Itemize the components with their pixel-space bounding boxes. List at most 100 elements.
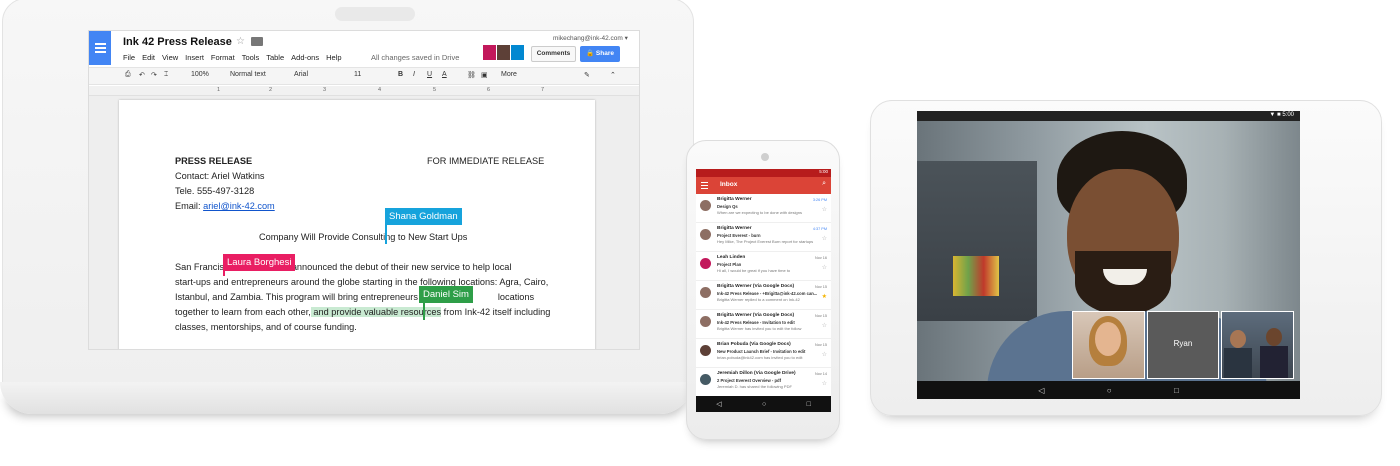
star-icon[interactable]: ☆ xyxy=(822,264,827,271)
pen-icon[interactable]: ✎ xyxy=(584,71,590,79)
underline-button[interactable]: U xyxy=(427,71,432,78)
participant-thumbnails: Ryan xyxy=(1072,311,1295,379)
menu-insert[interactable]: Insert xyxy=(185,53,204,62)
ruler-number: 4 xyxy=(378,87,382,93)
star-icon[interactable]: ☆ xyxy=(822,322,827,329)
main-video-feed[interactable]: Ryan xyxy=(917,121,1300,399)
recents-icon[interactable]: □ xyxy=(807,401,811,408)
star-icon[interactable]: ☆ xyxy=(236,36,245,47)
mail-sender: Brigitta Werner (Via Google Docs) xyxy=(717,284,795,289)
insert-image-icon[interactable]: ▣ xyxy=(481,71,488,79)
mail-list-item[interactable]: Brigitta Werner Design Qs When are we expe… xyxy=(696,194,831,223)
menu-tools[interactable]: Tools xyxy=(242,53,260,62)
mail-list-item[interactable]: Leah Linden Project Plan Hi all, I would b… xyxy=(696,252,831,281)
avatar[interactable] xyxy=(511,45,524,60)
recents-icon[interactable]: □ xyxy=(1174,386,1179,395)
email-link[interactable]: ariel@ink-42.com xyxy=(203,201,275,211)
mail-list-item[interactable]: Brigitta Werner Project Everest - burn Hey… xyxy=(696,223,831,252)
doc-text-fragment: Ink-42 announced the debut of their new … xyxy=(263,262,512,272)
ruler-number: 6 xyxy=(487,87,491,93)
link-icon[interactable]: ⛓ xyxy=(467,71,476,79)
phone-status-time: 5:00 xyxy=(819,169,828,174)
mail-list-item[interactable]: Brian Pobuda (Via Google Docs) New Produc… xyxy=(696,339,831,368)
paint-format-icon[interactable]: ⌶ xyxy=(164,71,168,79)
star-icon[interactable]: ★ xyxy=(822,293,827,300)
text-color-button[interactable]: A xyxy=(442,71,447,78)
menu-file[interactable]: File xyxy=(123,53,135,62)
back-icon[interactable]: ◁ xyxy=(1038,386,1044,395)
folder-icon[interactable] xyxy=(251,37,263,46)
star-icon[interactable]: ☆ xyxy=(822,380,827,387)
background-shelf xyxy=(917,161,1037,321)
phone-status-bar: 5:00 xyxy=(696,169,831,177)
home-icon[interactable]: ○ xyxy=(762,401,766,408)
italic-button[interactable]: I xyxy=(413,71,415,78)
document-canvas[interactable]: PRESS RELEASE FOR IMMEDIATE RELEASE Cont… xyxy=(89,96,639,349)
menu-edit[interactable]: Edit xyxy=(142,53,155,62)
inbox-title: Inbox xyxy=(720,181,738,188)
menu-addons[interactable]: Add-ons xyxy=(291,53,319,62)
participant-thumbnail[interactable] xyxy=(1221,311,1295,379)
ruler-number: 1 xyxy=(217,87,221,93)
document-page[interactable]: PRESS RELEASE FOR IMMEDIATE RELEASE Cont… xyxy=(119,100,595,349)
share-button[interactable]: 🔒 Share xyxy=(580,46,620,62)
mail-list-item[interactable]: Brigitta Werner (Via Google Docs) Ink-42 … xyxy=(696,281,831,310)
doc-para-line: Istanbul, and Zambia. This program will … xyxy=(175,292,534,302)
doc-para-line: start-ups and entrepreneurs around the g… xyxy=(175,277,549,287)
mail-date: 3:26 PM xyxy=(812,198,827,202)
more-button[interactable]: More xyxy=(501,71,517,78)
star-icon[interactable]: ☆ xyxy=(822,235,827,242)
tablet-status-time: ▼ ■ 5:00 xyxy=(1269,112,1294,118)
laptop-camera-notch xyxy=(335,7,415,21)
participant-thumbnail[interactable] xyxy=(1072,311,1145,379)
bold-button[interactable]: B xyxy=(398,71,403,78)
mail-snippet: When are we expecting to be done with de… xyxy=(717,210,802,215)
avatar xyxy=(700,258,711,269)
zoom-select[interactable]: 100% xyxy=(191,71,209,78)
ruler[interactable]: 1 2 3 4 5 6 7 xyxy=(89,86,639,96)
collaborator-flag-daniel: Daniel Sim xyxy=(419,286,473,303)
document-title[interactable]: Ink 42 Press Release xyxy=(123,36,232,48)
doc-heading: PRESS RELEASE xyxy=(175,156,253,166)
mail-list-item[interactable]: Brigitta Werner (Via Google Docs) Ink-42 … xyxy=(696,310,831,339)
undo-icon[interactable]: ↶ xyxy=(139,71,145,79)
mail-snippet: Brigitta Werner has invited you to edit … xyxy=(717,326,802,331)
docs-icon[interactable] xyxy=(89,31,111,65)
avatar[interactable] xyxy=(497,45,510,60)
redo-icon[interactable]: ↷ xyxy=(151,71,157,79)
search-icon[interactable]: ⌕ xyxy=(822,180,826,188)
mail-snippet: Brigitta Werner replied to a comment on … xyxy=(717,297,800,302)
phone-camera xyxy=(761,153,769,161)
menu-format[interactable]: Format xyxy=(211,53,235,62)
comments-button[interactable]: Comments xyxy=(531,46,576,62)
avatar xyxy=(700,229,711,240)
doc-contact: Contact: Ariel Watkins xyxy=(175,171,265,181)
star-icon[interactable]: ☆ xyxy=(822,206,827,213)
account-email[interactable]: mikechang@ink-42.com ▾ xyxy=(553,34,628,42)
participant-thumbnail[interactable]: Ryan xyxy=(1146,311,1220,379)
style-select[interactable]: Normal text xyxy=(230,71,266,78)
back-icon[interactable]: ◁ xyxy=(716,400,721,408)
collapse-icon[interactable]: ⌃ xyxy=(610,71,616,79)
font-select[interactable]: Arial xyxy=(294,71,308,78)
print-icon[interactable]: ⎙ xyxy=(125,71,131,79)
phone-frame: 5:00 Inbox ⌕ Brigitta Werner Design Qs Whe… xyxy=(686,140,840,440)
home-icon[interactable]: ○ xyxy=(1107,386,1112,395)
avatar xyxy=(700,200,711,211)
mail-date: Nov 16 xyxy=(814,256,827,260)
avatar xyxy=(700,287,711,298)
avatar[interactable] xyxy=(483,45,496,60)
formatting-toolbar: ⎙ ↶ ↷ ⌶ 100% Normal text Arial 11 B I U … xyxy=(89,67,639,85)
ruler-number: 7 xyxy=(541,87,545,93)
menu-table[interactable]: Table xyxy=(266,53,284,62)
avatar xyxy=(700,345,711,356)
mail-date: Nov 15 xyxy=(814,285,827,289)
font-size-select[interactable]: 11 xyxy=(354,71,361,78)
menu-icon[interactable] xyxy=(701,182,708,191)
menu-help[interactable]: Help xyxy=(326,53,341,62)
mail-list-item[interactable]: Jeremiah Dillon (Via Google Drive) 2 Proj… xyxy=(696,368,831,397)
mail-sender: Leah Linden xyxy=(717,255,746,260)
star-icon[interactable]: ☆ xyxy=(822,351,827,358)
menu-view[interactable]: View xyxy=(162,53,178,62)
share-label: Share xyxy=(595,50,614,57)
